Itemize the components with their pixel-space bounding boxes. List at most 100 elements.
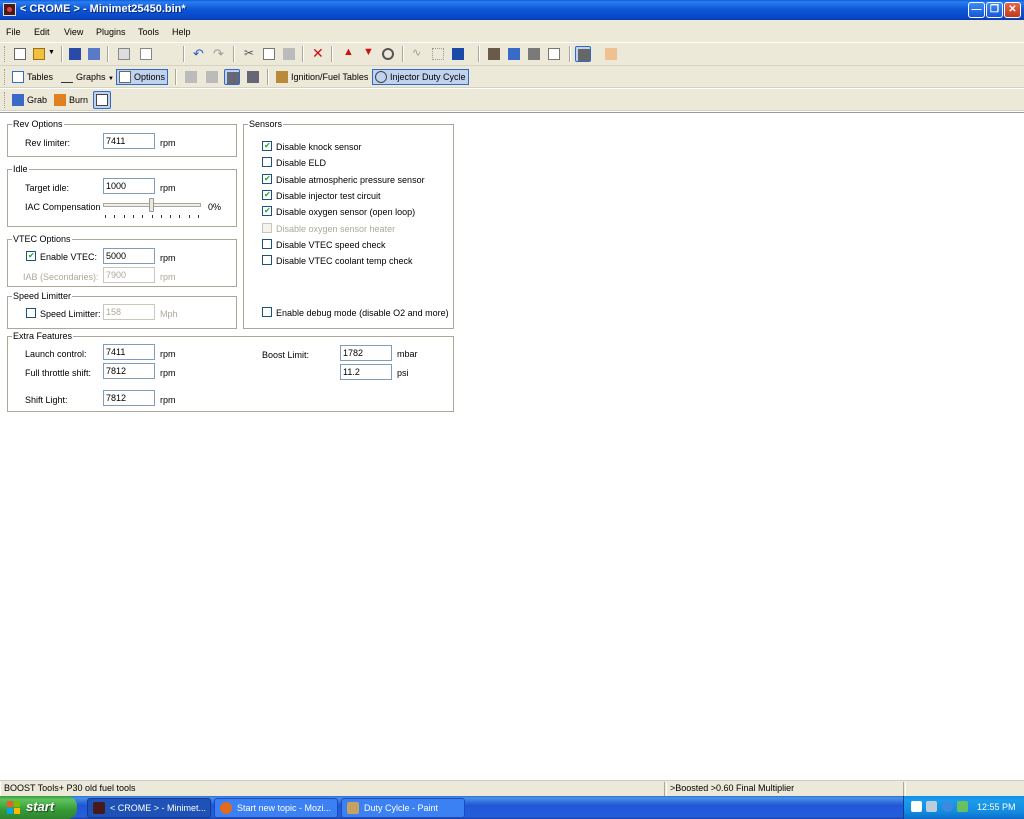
- open-dropdown-icon[interactable]: ▼: [46, 46, 56, 62]
- notes-icon[interactable]: [546, 46, 562, 62]
- help-tray-icon[interactable]: [911, 801, 922, 812]
- copy-icon[interactable]: [261, 46, 277, 62]
- rev-limiter-input[interactable]: [103, 133, 155, 149]
- menu-view[interactable]: View: [64, 27, 83, 37]
- back-tray-icon[interactable]: [942, 801, 953, 812]
- arrow-down-icon[interactable]: ▼: [360, 46, 376, 62]
- sensor-checkbox[interactable]: [262, 141, 272, 151]
- launch-control-unit: rpm: [160, 349, 176, 359]
- chart-zoom-icon[interactable]: [183, 69, 199, 85]
- task-firefox-label: Start new topic - Mozi...: [237, 803, 332, 813]
- open-folder-icon[interactable]: [31, 46, 47, 62]
- ignition-fuel-tables-tab[interactable]: Ignition/Fuel Tables: [274, 70, 370, 86]
- status-left: BOOST Tools+ P30 old fuel tools: [0, 782, 665, 796]
- chart-edit-icon[interactable]: [506, 46, 522, 62]
- menu-file[interactable]: File: [6, 27, 21, 37]
- undo-icon[interactable]: ↶: [191, 46, 207, 62]
- options-tab[interactable]: Options: [116, 69, 169, 85]
- options-panel: Rev Options Rev limiter: rpm Idle Target…: [0, 112, 1024, 780]
- eraser-icon[interactable]: [575, 46, 591, 62]
- hand-icon[interactable]: [603, 46, 619, 62]
- burn-button[interactable]: Burn: [52, 93, 90, 109]
- chip-icon[interactable]: [93, 91, 111, 109]
- minimize-button[interactable]: —: [968, 2, 985, 18]
- sensor-checkbox[interactable]: [262, 206, 272, 217]
- menu-edit[interactable]: Edit: [34, 27, 50, 37]
- vtec-rpm-input[interactable]: [103, 248, 155, 264]
- slider-tick: [160, 215, 162, 218]
- delete-icon[interactable]: ✕: [310, 45, 326, 62]
- iac-compensation-slider[interactable]: [103, 197, 203, 221]
- idle-legend: Idle: [12, 164, 29, 174]
- app-icon[interactable]: [3, 3, 16, 16]
- burn-label: Burn: [69, 95, 89, 105]
- line-graph-icon[interactable]: ∿: [410, 46, 426, 62]
- close-button[interactable]: ✕: [1004, 2, 1021, 18]
- sensor-label: Disable oxygen sensor (open loop): [276, 207, 416, 218]
- graphs-tab[interactable]: Graphs ▼: [59, 70, 116, 86]
- sensors-group: Sensors Disable knock sensor Disable ELD D…: [243, 119, 454, 329]
- debug-mode-checkbox[interactable]: [262, 307, 272, 317]
- redo-icon[interactable]: ↷: [211, 46, 227, 62]
- target-idle-input[interactable]: [103, 178, 155, 194]
- sensor-label: Disable knock sensor: [276, 142, 362, 152]
- network-tray-icon[interactable]: [926, 801, 937, 812]
- sensor-checkbox[interactable]: [262, 157, 272, 168]
- new-file-icon[interactable]: [12, 46, 28, 62]
- export-icon[interactable]: [138, 46, 154, 62]
- sensors-legend: Sensors: [248, 119, 284, 129]
- start-button[interactable]: start: [0, 796, 77, 819]
- extra-features-group: Extra Features Launch control: rpm Full …: [7, 331, 454, 412]
- chart-pan-icon[interactable]: [204, 69, 220, 85]
- chart-table-icon[interactable]: [245, 69, 261, 85]
- arrow-up-icon[interactable]: ▲: [340, 46, 356, 62]
- sensor-checkbox[interactable]: [262, 238, 272, 249]
- ecu-toolbar: Grab Burn: [0, 89, 1024, 111]
- task-crome[interactable]: < CROME > - Minimet...: [87, 798, 211, 818]
- log-icon[interactable]: [486, 46, 502, 62]
- paste-icon[interactable]: [281, 46, 297, 62]
- table-icon[interactable]: [430, 46, 446, 62]
- boost-limit-psi-input[interactable]: [340, 364, 392, 380]
- toolbar-grip[interactable]: [4, 46, 7, 62]
- tables-tab[interactable]: Tables: [10, 70, 55, 86]
- security-tray-icon[interactable]: [957, 801, 968, 812]
- injector-duty-cycle-tab[interactable]: Injector Duty Cycle: [372, 69, 469, 85]
- launch-control-input[interactable]: [103, 344, 155, 360]
- sensor-checkbox[interactable]: [262, 222, 272, 233]
- rev-limiter-unit: rpm: [160, 138, 176, 148]
- boost-limit-mbar-input[interactable]: [340, 345, 392, 361]
- graphs-dropdown-icon[interactable]: ▼: [108, 76, 114, 82]
- compare-icon[interactable]: [526, 46, 542, 62]
- shift-light-input[interactable]: [103, 390, 155, 406]
- system-tray: 12:55 PM: [903, 796, 1024, 819]
- target-icon[interactable]: [380, 46, 396, 62]
- chart-view-icon[interactable]: [224, 69, 240, 85]
- properties-icon[interactable]: [116, 46, 132, 62]
- save-icon[interactable]: [67, 46, 83, 62]
- task-firefox[interactable]: Start new topic - Mozi...: [214, 798, 338, 818]
- rev-options-group: Rev Options Rev limiter: rpm: [7, 119, 237, 157]
- full-throttle-shift-input[interactable]: [103, 363, 155, 379]
- grab-button[interactable]: Grab: [10, 93, 49, 109]
- sensor-checkbox[interactable]: [262, 255, 272, 266]
- iab-secondaries-input[interactable]: [103, 267, 155, 283]
- menu-plugins[interactable]: Plugins: [96, 27, 126, 37]
- cut-icon[interactable]: ✂: [241, 46, 257, 62]
- menu-tools[interactable]: Tools: [138, 27, 159, 37]
- speed-limiter-input[interactable]: [103, 304, 155, 320]
- task-paint[interactable]: Duty Cylcle - Paint: [341, 798, 465, 818]
- menu-help[interactable]: Help: [172, 27, 191, 37]
- sensor-label: Disable VTEC coolant temp check: [276, 256, 413, 267]
- enable-vtec-checkbox[interactable]: [26, 251, 36, 261]
- grid-icon[interactable]: [450, 46, 466, 62]
- sensor-checkbox[interactable]: [262, 189, 272, 200]
- speed-limiter-checkbox[interactable]: [26, 308, 36, 318]
- slider-thumb[interactable]: [149, 198, 154, 212]
- restore-button[interactable]: ❐: [986, 2, 1003, 18]
- sensor-checkbox[interactable]: [262, 173, 272, 184]
- vtec-options-group: VTEC Options Enable VTEC: rpm IAB (Secon…: [7, 234, 237, 287]
- options-label: Options: [134, 72, 166, 82]
- taskbar: start < CROME > - Minimet... Start new t…: [0, 796, 1024, 819]
- save-as-icon[interactable]: [86, 46, 102, 62]
